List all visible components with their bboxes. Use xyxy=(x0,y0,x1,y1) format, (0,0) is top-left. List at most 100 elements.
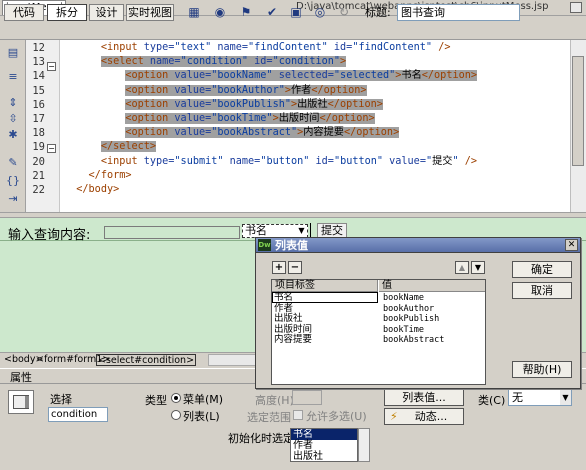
row-label[interactable]: 作者 xyxy=(274,303,374,314)
code-token: "findContent" xyxy=(352,42,433,53)
fold-collapse-icon[interactable]: − xyxy=(47,144,56,153)
move-down-button[interactable]: ▼ xyxy=(471,261,485,274)
close-icon[interactable]: ✕ xyxy=(565,239,578,251)
code-token: id= xyxy=(248,56,273,68)
apply-comment-icon[interactable]: {} xyxy=(5,174,21,188)
code-content: <input type="text" name="findContent" id… xyxy=(101,42,451,53)
help-button[interactable]: 帮助(H) xyxy=(512,361,572,378)
select-parent-icon[interactable]: ✱ xyxy=(5,128,21,142)
add-item-button[interactable]: + xyxy=(272,261,286,274)
range-label: 选定范围 xyxy=(247,411,291,424)
row-label[interactable]: 出版时间 xyxy=(274,324,374,335)
indent-icon[interactable]: ⇥ xyxy=(5,192,21,206)
live-view-button[interactable]: 实时视图 xyxy=(126,4,174,21)
row-value[interactable]: bookName xyxy=(383,293,483,303)
type-menu-label[interactable]: 菜单(M) xyxy=(183,391,223,407)
initially-selected-item[interactable]: 书名 xyxy=(291,429,357,440)
highlight-invalid-icon[interactable]: ✎ xyxy=(5,156,21,170)
code-line[interactable]: <input type="text" name="findContent" id… xyxy=(60,41,570,55)
code-token: "submit" xyxy=(174,155,224,167)
column-header-value[interactable]: 值 xyxy=(379,280,485,292)
select-name-field[interactable]: condition xyxy=(48,407,108,422)
type-list-label[interactable]: 列表(L) xyxy=(183,408,220,424)
row-value[interactable]: bookPublish xyxy=(383,314,483,324)
refresh-icon[interactable]: ↻ xyxy=(334,4,354,21)
row-value[interactable]: bookAbstract xyxy=(383,335,483,345)
code-token: <input xyxy=(100,155,144,167)
fold-collapse-icon[interactable]: − xyxy=(47,62,56,71)
remove-item-button[interactable]: − xyxy=(288,261,302,274)
validate-icon[interactable]: ✔ xyxy=(262,4,282,21)
row-label[interactable]: 出版社 xyxy=(274,314,374,324)
line-number: 13 xyxy=(32,56,45,69)
collapse-selection-icon[interactable]: ⇕ xyxy=(5,96,21,110)
code-token: 提交 xyxy=(432,155,453,167)
code-line[interactable]: <input type="submit" name="button" id="b… xyxy=(60,155,570,169)
design-view-button[interactable]: 设计 xyxy=(89,4,124,21)
code-view-button[interactable]: 代码 xyxy=(4,4,44,21)
cancel-button[interactable]: 取消 xyxy=(512,282,572,299)
initially-selected-item[interactable]: 作者 xyxy=(291,440,357,451)
code-line[interactable]: </form> xyxy=(60,169,570,183)
code-line[interactable]: <option value="bookAbstract">内容提要</optio… xyxy=(60,126,570,140)
title-input[interactable]: 图书查询 xyxy=(397,4,520,21)
code-line[interactable]: <option value="bookName" selected="selec… xyxy=(60,69,570,83)
expand-all-icon[interactable]: ⇳ xyxy=(5,112,21,126)
file-icon[interactable]: ▦ xyxy=(184,4,204,21)
ok-button[interactable]: 确定 xyxy=(512,261,572,278)
code-scroll-thumb[interactable] xyxy=(572,56,584,166)
open-documents-icon[interactable]: ▤ xyxy=(5,46,21,60)
code-token: <option xyxy=(125,70,175,82)
type-list-radio[interactable] xyxy=(171,410,181,420)
allow-multiple-label: 允许多选(U) xyxy=(306,410,367,423)
code-line[interactable]: </body> xyxy=(60,183,570,197)
line-number: 14 xyxy=(32,70,45,83)
code-line[interactable]: <option value="bookAuthor">作者</option> xyxy=(60,84,570,98)
column-header-label[interactable]: 项目标签 xyxy=(272,280,378,292)
row-value[interactable]: bookAuthor xyxy=(383,304,483,314)
row-label[interactable]: 书名 xyxy=(274,293,374,303)
initially-selected-list[interactable]: 书名 作者 出版社 xyxy=(290,428,358,462)
debug-icon[interactable]: ⚑ xyxy=(236,4,256,21)
list-values-button[interactable]: 列表值... xyxy=(384,389,464,406)
compat-icon[interactable]: ▣ xyxy=(286,4,306,21)
collapse-tag-icon[interactable]: ≡ xyxy=(5,70,21,84)
code-token: name= xyxy=(149,56,181,68)
initially-selected-item[interactable]: 出版社 xyxy=(291,451,357,461)
code-line[interactable]: <select name="condition" id="condition"> xyxy=(60,55,570,69)
initially-selected-scrollbar[interactable] xyxy=(358,428,370,462)
chevron-down-icon[interactable]: ▼ xyxy=(560,390,571,405)
code-token: <select xyxy=(100,56,150,68)
code-token: </select> xyxy=(100,141,157,153)
lightning-icon: ⚡ xyxy=(390,410,398,423)
code-token: > xyxy=(340,56,347,68)
row-value[interactable]: bookTime xyxy=(383,325,483,335)
line-number: 22 xyxy=(32,184,45,196)
type-menu-radio[interactable] xyxy=(171,393,181,403)
code-token: "button" xyxy=(260,155,310,167)
select-tool-icon[interactable] xyxy=(208,354,256,366)
code-token: name= xyxy=(223,155,261,167)
restore-window-icon[interactable] xyxy=(570,2,582,13)
split-view-button[interactable]: 拆分 xyxy=(47,4,87,21)
chevron-down-icon[interactable]: ▼ xyxy=(296,225,307,237)
crumb-select[interactable]: <select#condition> xyxy=(96,354,197,366)
dialog-title: 列表值 xyxy=(275,239,308,252)
move-up-button[interactable]: ▲ xyxy=(455,261,469,274)
code-line[interactable]: </select> xyxy=(60,140,570,154)
code-editor[interactable]: <input type="text" name="findContent" id… xyxy=(60,40,570,212)
globe-icon[interactable]: ◉ xyxy=(210,4,230,21)
code-line[interactable]: <option value="bookTime">出版时间</option> xyxy=(60,112,570,126)
row-label[interactable]: 内容提要 xyxy=(274,335,374,345)
find-content-field[interactable] xyxy=(104,226,240,239)
eye-icon[interactable]: ◎ xyxy=(310,4,330,21)
code-line[interactable]: <option value="bookPublish">出版社</option> xyxy=(60,98,570,112)
